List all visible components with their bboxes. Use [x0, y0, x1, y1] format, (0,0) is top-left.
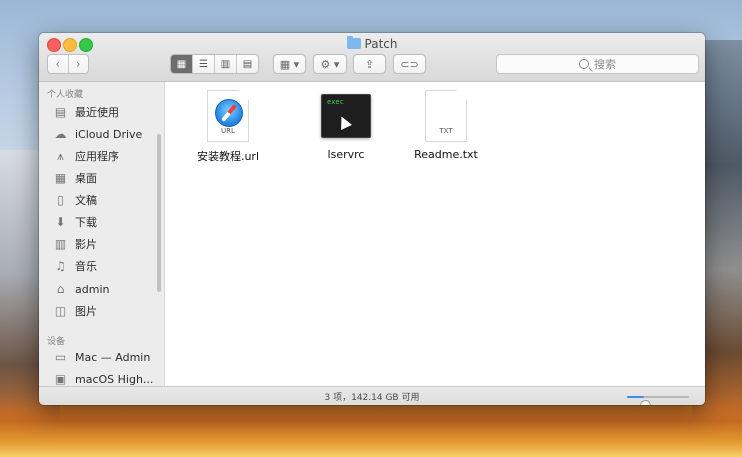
- sidebar-item-label: 桌面: [75, 172, 97, 185]
- window-title-text: Patch: [364, 37, 398, 51]
- sidebar-item-label: 图片: [75, 305, 97, 318]
- arrange-button[interactable]: ▦ ▾: [273, 54, 306, 74]
- compass-icon: [215, 99, 243, 127]
- file-type-tag: TXT: [439, 127, 453, 135]
- search-icon: [579, 59, 589, 69]
- cloud-icon: ☁: [54, 127, 67, 141]
- sidebar-item-pictures[interactable]: ◫ 图片: [53, 301, 97, 321]
- column-view-button[interactable]: ▥: [214, 55, 236, 73]
- desktop-icon: ▦: [54, 171, 67, 185]
- sidebar-item-recents[interactable]: ▤ 最近使用: [53, 102, 119, 122]
- file-name: 安装教程.url: [196, 150, 260, 163]
- window-title: Patch: [39, 36, 705, 52]
- sidebar-item-music[interactable]: ♫ 音乐: [53, 256, 97, 276]
- sidebar-scrollbar[interactable]: [157, 134, 161, 292]
- sidebar-item-icloud[interactable]: ☁ iCloud Drive: [53, 124, 143, 144]
- title-bar: Patch ‹ › ▦ ☰ ▥ ▤ ▦ ▾ ⚙ ▾ ⇪ ⊂⊃ 搜索: [39, 33, 705, 82]
- sidebar-item-label: 音乐: [75, 260, 97, 273]
- sidebar-item-documents[interactable]: ▯ 文稿: [53, 190, 97, 210]
- sidebar-item-label: admin: [75, 282, 110, 296]
- sidebar-item-label: 影片: [75, 238, 97, 251]
- sidebar-item-applications[interactable]: ⩚ 应用程序: [53, 146, 119, 166]
- file-name: lservrc: [327, 148, 365, 161]
- sidebar-item-label: 最近使用: [75, 106, 119, 119]
- file-item-lservrc[interactable]: exec lservrc: [301, 90, 391, 161]
- documents-icon: ▯: [57, 193, 64, 207]
- sidebar-item-label: 下载: [75, 216, 97, 229]
- sidebar-header-devices: 设备: [47, 337, 66, 347]
- icon-size-slider-fill: [627, 396, 644, 398]
- icon-view-button[interactable]: ▦: [171, 55, 192, 73]
- exec-label: exec: [327, 98, 344, 106]
- terminal-exec-icon: exec: [321, 94, 371, 138]
- tag-button[interactable]: ⊂⊃: [393, 54, 426, 74]
- computer-icon: ▭: [54, 350, 67, 364]
- pictures-icon: ◫: [54, 304, 67, 318]
- list-view-button[interactable]: ☰: [192, 55, 214, 73]
- action-button[interactable]: ⚙ ▾: [313, 54, 347, 74]
- text-file-icon: TXT: [425, 90, 467, 142]
- icon-size-slider-knob[interactable]: [640, 400, 651, 405]
- search-field[interactable]: 搜索: [496, 54, 699, 74]
- back-button[interactable]: ‹: [48, 55, 68, 73]
- sidebar-item-downloads[interactable]: ⬇ 下载: [53, 212, 97, 232]
- status-text: 3 项，142.14 GB 可用: [324, 393, 420, 403]
- sidebar-item-desktop[interactable]: ▦ 桌面: [53, 168, 97, 188]
- sidebar-item-mac[interactable]: ▭ Mac — Admin: [53, 347, 151, 367]
- folder-icon: [346, 36, 361, 49]
- recents-icon: ▤: [54, 105, 67, 119]
- sidebar-item-label: 应用程序: [75, 150, 119, 163]
- file-name: Readme.txt: [414, 148, 478, 161]
- sidebar-header-favorites: 个人收藏: [47, 90, 84, 100]
- coverflow-view-button[interactable]: ▤: [236, 55, 258, 73]
- status-bar: 3 项，142.14 GB 可用: [39, 386, 705, 405]
- sidebar-item-label: 文稿: [75, 194, 97, 207]
- sidebar: 个人收藏 ▤ 最近使用 ☁ iCloud Drive ⩚ 应用程序 ▦ 桌面 ▯…: [39, 82, 165, 386]
- file-item-url[interactable]: URL 安装教程.url: [183, 90, 273, 164]
- sidebar-item-label: iCloud Drive: [75, 127, 143, 141]
- music-icon: ♫: [55, 259, 66, 273]
- downloads-icon: ⬇: [55, 215, 66, 229]
- sidebar-item-label: macOS High...: [75, 372, 154, 386]
- applications-icon: ⩚: [57, 148, 64, 163]
- finder-window: Patch ‹ › ▦ ☰ ▥ ▤ ▦ ▾ ⚙ ▾ ⇪ ⊂⊃ 搜索 个人收藏 ▤…: [39, 33, 705, 405]
- sidebar-item-home[interactable]: ⌂ admin: [53, 279, 110, 299]
- file-item-readme[interactable]: TXT Readme.txt: [401, 90, 491, 161]
- search-placeholder: 搜索: [594, 58, 616, 71]
- view-mode-group: ▦ ☰ ▥ ▤: [170, 54, 259, 74]
- sidebar-item-movies[interactable]: ▥ 影片: [53, 234, 97, 254]
- share-button[interactable]: ⇪: [353, 54, 386, 74]
- sidebar-item-label: Mac — Admin: [75, 350, 151, 364]
- icon-size-slider[interactable]: [627, 396, 689, 405]
- movies-icon: ▥: [54, 237, 67, 251]
- safari-url-icon: URL: [207, 90, 249, 142]
- file-type-tag: URL: [221, 127, 235, 135]
- navigation-group: ‹ ›: [47, 54, 89, 74]
- mouse-cursor-icon: [336, 114, 352, 130]
- file-area: URL 安装教程.url exec lservrc TXT Readme.txt: [165, 82, 705, 386]
- forward-button[interactable]: ›: [67, 55, 89, 73]
- wallpaper-bottom: [0, 397, 742, 457]
- disk-icon: ▣: [54, 372, 67, 386]
- home-icon: ⌂: [56, 282, 65, 296]
